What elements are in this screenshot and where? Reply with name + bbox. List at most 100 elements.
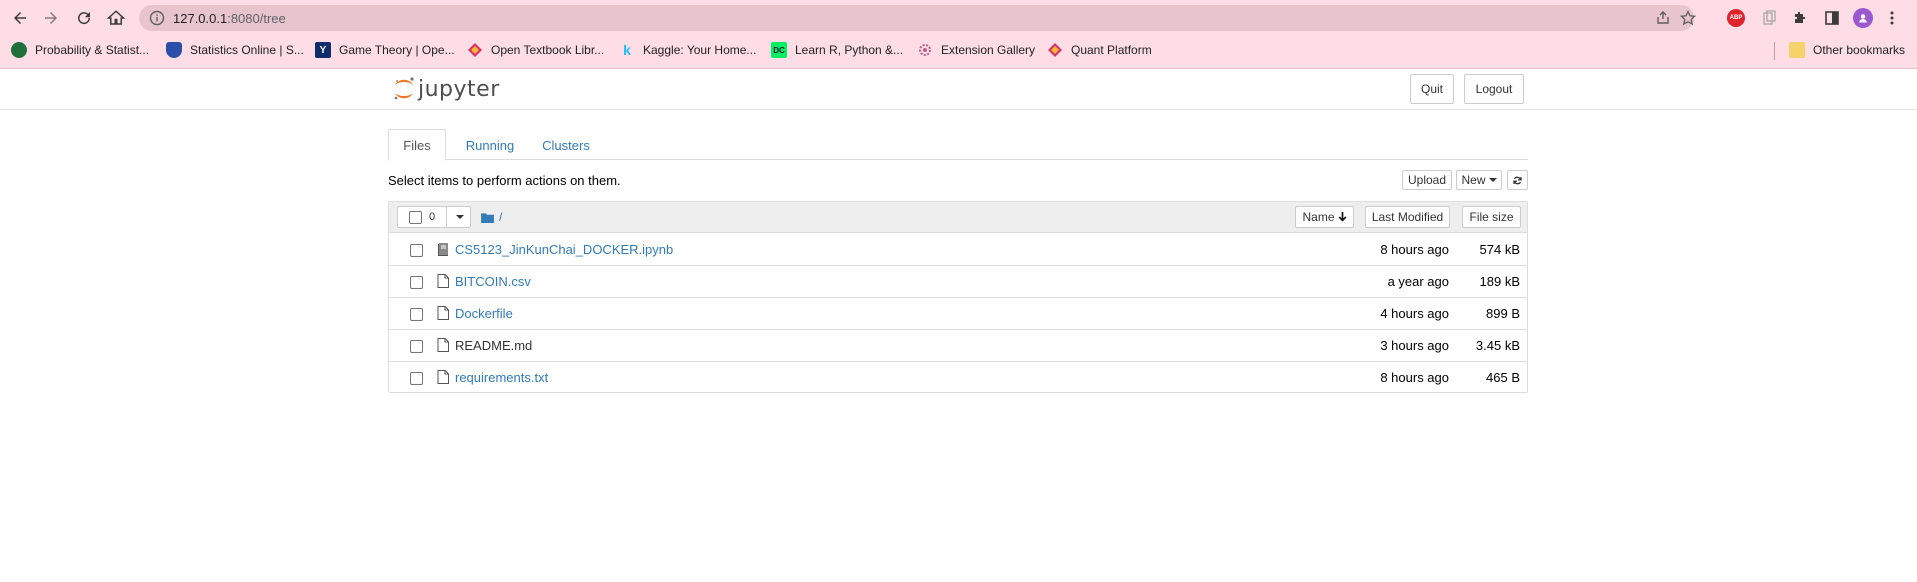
- diamond-icon: [1047, 42, 1063, 58]
- row-checkbox[interactable]: [410, 372, 423, 385]
- bookmarks-bar: Probability & Statist... Statistics Onli…: [0, 38, 1917, 62]
- select-all-checkbox[interactable]: [409, 210, 422, 224]
- bookmark-open-textbook[interactable]: Open Textbook Libr...: [467, 42, 604, 58]
- file-name-link[interactable]: README.md: [455, 338, 532, 353]
- reload-icon: [78, 12, 91, 25]
- file-size: 899 B: [1486, 306, 1520, 321]
- diamond-icon: [467, 42, 483, 58]
- breadcrumb-root[interactable]: /: [499, 210, 502, 224]
- new-button[interactable]: New: [1456, 170, 1502, 190]
- table-row[interactable]: README.md 3 hours ago 3.45 kB: [389, 330, 1527, 362]
- file-name-link[interactable]: CS5123_JinKunChai_DOCKER.ipynb: [455, 242, 673, 257]
- bookmark-kaggle[interactable]: k Kaggle: Your Home...: [619, 42, 756, 58]
- home-button[interactable]: [104, 6, 128, 30]
- tab-bar: Files Running Clusters: [388, 129, 1528, 161]
- browser-toolbar: 127.0.0.1:8080/tree ABP: [0, 0, 1917, 36]
- file-name-link[interactable]: requirements.txt: [455, 370, 548, 385]
- jupyter-logo-icon: [394, 77, 414, 100]
- arrow-down-icon: [1338, 212, 1346, 222]
- sort-name-button[interactable]: Name: [1295, 206, 1354, 228]
- row-checkbox[interactable]: [410, 276, 423, 289]
- bookmark-label: Open Textbook Libr...: [491, 43, 605, 57]
- bookmark-label: Quant Platform: [1071, 43, 1152, 57]
- file-icon: [437, 274, 449, 288]
- bookmark-statistics-online[interactable]: Statistics Online | S...: [166, 42, 304, 58]
- split-divider: [446, 207, 447, 227]
- table-row[interactable]: CS5123_JinKunChai_DOCKER.ipynb 8 hours a…: [389, 234, 1527, 266]
- file-size: 3.45 kB: [1475, 338, 1520, 353]
- url-text[interactable]: 127.0.0.1:8080/tree: [173, 11, 286, 26]
- back-button[interactable]: [8, 6, 32, 30]
- globe-icon: [11, 42, 27, 58]
- logout-button[interactable]: Logout: [1464, 74, 1524, 104]
- file-modified: a year ago: [1387, 274, 1449, 289]
- extensions-button[interactable]: [1790, 8, 1810, 28]
- forward-button[interactable]: [39, 6, 63, 30]
- file-icon: [437, 370, 449, 384]
- share-icon[interactable]: [1655, 10, 1671, 26]
- star-icon[interactable]: [1680, 10, 1696, 26]
- reload-button[interactable]: [72, 6, 96, 30]
- notebook-icon: [438, 243, 448, 256]
- puzzle-icon: [1795, 12, 1805, 23]
- sort-size-button[interactable]: File size: [1462, 206, 1521, 228]
- bookmarks-divider: [1774, 42, 1775, 60]
- file-size: 189 kB: [1479, 274, 1520, 289]
- jupyter-header: jupyter Quit Logout: [0, 70, 1917, 110]
- caret-down-icon: [1488, 178, 1497, 182]
- url-host: 127.0.0.1: [173, 11, 228, 26]
- jupyter-logo[interactable]: jupyter: [392, 74, 500, 104]
- url-path: :8080/tree: [227, 11, 286, 26]
- side-panel-button[interactable]: [1822, 8, 1842, 28]
- bookmark-label: Other bookmarks: [1813, 43, 1906, 57]
- bookmark-quant-platform[interactable]: Quant Platform: [1047, 42, 1152, 58]
- file-modified: 8 hours ago: [1380, 242, 1449, 257]
- folder-icon[interactable]: [481, 212, 494, 223]
- caret-down-icon[interactable]: [456, 214, 464, 220]
- table-row[interactable]: Dockerfile 4 hours ago 899 B: [389, 298, 1527, 330]
- browser-chrome: 127.0.0.1:8080/tree ABP Probability & St…: [0, 0, 1917, 69]
- file-name-link[interactable]: BITCOIN.csv: [455, 274, 531, 289]
- file-name-link[interactable]: Dockerfile: [455, 306, 513, 321]
- bookmark-probability[interactable]: Probability & Statist...: [11, 42, 149, 58]
- bookmark-label: Learn R, Python &...: [795, 43, 904, 57]
- row-checkbox[interactable]: [410, 340, 423, 353]
- refresh-icon: [1513, 176, 1522, 184]
- logo-text: jupyter: [418, 76, 500, 102]
- arrow-right-icon: [45, 12, 57, 24]
- bookmark-extension-gallery[interactable]: Extension Gallery: [917, 42, 1035, 58]
- address-bar[interactable]: 127.0.0.1:8080/tree: [139, 5, 1696, 31]
- table-row[interactable]: requirements.txt 8 hours ago 465 B: [389, 362, 1527, 394]
- table-row[interactable]: BITCOIN.csv a year ago 189 kB: [389, 266, 1527, 298]
- bookmark-label: Probability & Statist...: [35, 43, 150, 57]
- select-all-group[interactable]: 0: [397, 206, 471, 228]
- upload-button[interactable]: Upload: [1402, 170, 1452, 190]
- clipboard-icon: [1763, 10, 1776, 25]
- bookmark-label: Extension Gallery: [941, 43, 1036, 57]
- user-icon: [1859, 14, 1867, 23]
- row-checkbox[interactable]: [410, 308, 423, 321]
- tab-files[interactable]: Files: [388, 129, 446, 161]
- tab-running[interactable]: Running: [450, 129, 530, 161]
- kaggle-k-icon: k: [623, 42, 631, 58]
- bookmark-other[interactable]: Other bookmarks: [1789, 42, 1905, 58]
- row-checkbox[interactable]: [410, 244, 423, 257]
- info-icon[interactable]: [149, 10, 165, 26]
- arrow-left-icon: [14, 12, 26, 24]
- bookmark-game-theory[interactable]: Y Game Theory | Ope...: [315, 42, 455, 58]
- bookmark-datacamp[interactable]: DC Learn R, Python &...: [771, 42, 903, 58]
- quit-button[interactable]: Quit: [1410, 74, 1454, 104]
- adblock-extension[interactable]: ABP: [1726, 8, 1746, 28]
- extension-button[interactable]: [1759, 8, 1779, 28]
- tab-clusters[interactable]: Clusters: [534, 129, 598, 161]
- home-icon: [107, 10, 125, 25]
- sort-modified-button[interactable]: Last Modified: [1365, 206, 1450, 228]
- bookmark-label: Kaggle: Your Home...: [643, 43, 757, 57]
- file-icon: [437, 306, 449, 320]
- breadcrumb: /: [481, 210, 502, 224]
- bookmark-label: Statistics Online | S...: [190, 43, 304, 57]
- refresh-button[interactable]: [1507, 170, 1528, 190]
- profile-button[interactable]: [1853, 8, 1873, 28]
- file-modified: 8 hours ago: [1380, 370, 1449, 385]
- menu-button[interactable]: [1882, 8, 1902, 28]
